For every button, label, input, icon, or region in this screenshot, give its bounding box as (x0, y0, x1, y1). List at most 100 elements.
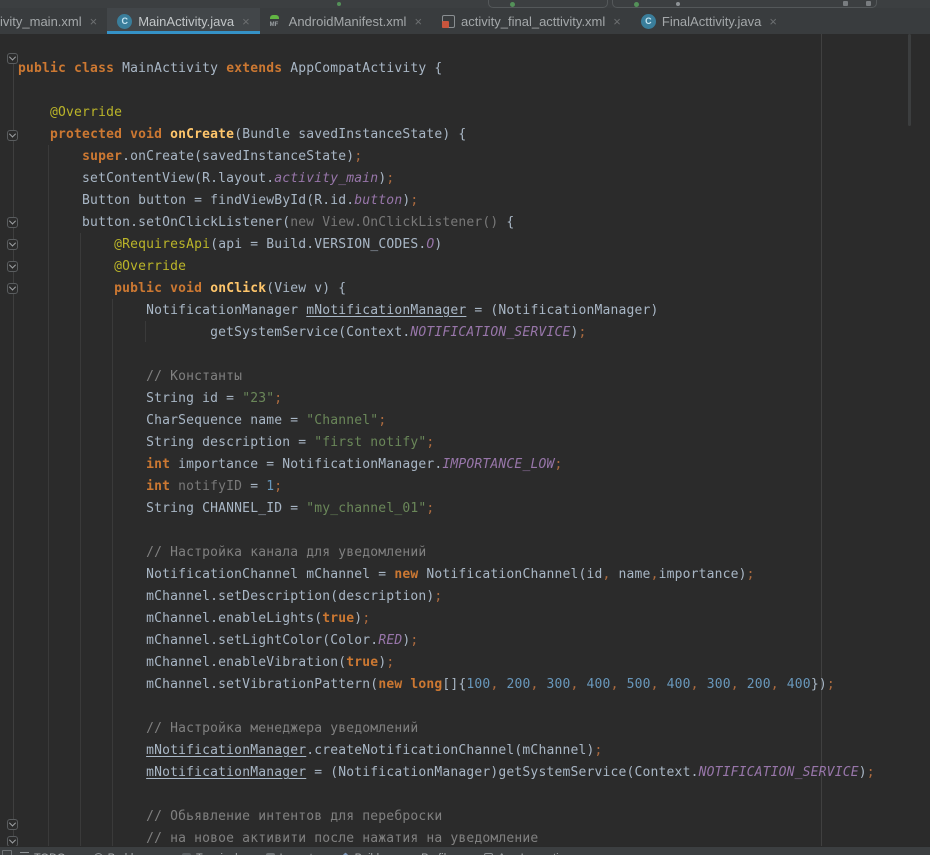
fold-marker[interactable] (7, 836, 18, 846)
code-line[interactable]: protected void onCreate(Bundle savedInst… (18, 124, 875, 146)
tab-androidmanifest-xml[interactable]: MFAndroidManifest.xml× (260, 8, 432, 34)
fold-marker[interactable] (7, 217, 18, 228)
code-token: @Override (50, 105, 122, 120)
fold-marker[interactable] (7, 239, 18, 250)
code-line[interactable]: @RequiresApi(api = Build.VERSION_CODES.O… (18, 234, 875, 256)
code-line[interactable]: public class MainActivity extends AppCom… (18, 58, 875, 80)
code-token: mNotificationManager (146, 743, 306, 758)
toolbar-dot (676, 2, 680, 6)
toolwindow-problems[interactable]: Problems (94, 852, 154, 855)
code-token: ; (434, 589, 442, 604)
tab-close-icon[interactable]: × (414, 15, 422, 28)
code-line[interactable] (18, 80, 875, 102)
code-line[interactable]: mChannel.setLightColor(Color.RED); (18, 630, 875, 652)
code-line[interactable]: NotificationManager mNotificationManager… (18, 300, 875, 322)
tab-close-icon[interactable]: × (242, 15, 250, 28)
code-line[interactable]: String id = "23"; (18, 388, 875, 410)
code-token: ; (554, 457, 562, 472)
toolwindow-label: Terminal (196, 852, 238, 855)
code-line[interactable]: button.setOnClickListener(new View.OnCli… (18, 212, 875, 234)
code-area[interactable]: public class MainActivity extends AppCom… (0, 34, 875, 846)
code-line[interactable]: mChannel.enableLights(true); (18, 608, 875, 630)
code-line[interactable]: mChannel.setDescription(description); (18, 586, 875, 608)
code-line[interactable]: @Override (18, 256, 875, 278)
code-token: NOTIFICATION_SERVICE (410, 325, 570, 340)
code-line[interactable]: public void onClick(View v) { (18, 278, 875, 300)
fold-marker[interactable] (7, 130, 18, 141)
toolwindow-logcat[interactable]: Logcat (266, 852, 313, 855)
code-line[interactable]: int importance = NotificationManager.IMP… (18, 454, 875, 476)
code-token (18, 281, 114, 296)
code-token (18, 149, 82, 164)
code-token: getSystemService(Context. (18, 325, 410, 340)
tab-ivity-main-xml[interactable]: ivity_main.xml× (0, 8, 107, 34)
code-token: super (82, 149, 122, 164)
code-token: ; (378, 413, 386, 428)
device-dot (634, 2, 639, 7)
code-token: ; (426, 435, 434, 450)
code-token: onCreate (170, 127, 234, 142)
code-token: // на новое активити после нажатия на ув… (18, 831, 538, 846)
fold-marker[interactable] (7, 261, 18, 272)
code-line[interactable]: mNotificationManager = (NotificationMana… (18, 762, 875, 784)
code-line[interactable]: mChannel.setVibrationPattern(new long[]{… (18, 674, 875, 696)
code-token: []{ (442, 677, 466, 692)
tab-close-icon[interactable]: × (613, 15, 621, 28)
code-line[interactable]: // на новое активити после нажатия на ув… (18, 828, 875, 846)
code-token: // Обьявление интентов для переброски (18, 809, 442, 824)
code-line[interactable]: int notifyID = 1; (18, 476, 875, 498)
code-line[interactable]: super.onCreate(savedInstanceState); (18, 146, 875, 168)
scrollbar-thumb[interactable] (908, 34, 911, 126)
fold-marker[interactable] (7, 53, 18, 64)
code-line[interactable]: String CHANNEL_ID = "my_channel_01"; (18, 498, 875, 520)
code-token: , (771, 677, 787, 692)
code-token: , (691, 677, 707, 692)
tab-finalacttivity-java[interactable]: CFinalActtivity.java× (631, 8, 787, 34)
toolwindow-label: Build (355, 852, 379, 855)
toolwindow-app-inspection[interactable]: App Inspection (484, 852, 571, 855)
code-line[interactable]: // Обьявление интентов для переброски (18, 806, 875, 828)
code-line[interactable]: // Константы (18, 366, 875, 388)
toolwindow-todo[interactable]: TODO (20, 852, 66, 855)
code-token: = (242, 479, 266, 494)
toolbar-button-fragment (843, 1, 848, 6)
toolwindow-terminal[interactable]: Terminal (182, 852, 238, 855)
layout-xml-icon (442, 15, 455, 28)
code-line[interactable]: NotificationChannel mChannel = new Notif… (18, 564, 875, 586)
code-line[interactable] (18, 520, 875, 542)
code-line[interactable]: mChannel.enableVibration(true); (18, 652, 875, 674)
fold-marker[interactable] (7, 283, 18, 294)
code-token: mChannel.setDescription(description) (18, 589, 434, 604)
code-line[interactable] (18, 344, 875, 366)
code-token: mNotificationManager (306, 303, 466, 318)
code-line[interactable]: String description = "first notify"; (18, 432, 875, 454)
code-token: setContentView(R.layout. (18, 171, 274, 186)
tool-window-corner-icon[interactable] (2, 850, 12, 855)
code-token: importance = NotificationManager. (178, 457, 442, 472)
toolwindow-profiler[interactable]: Profiler (407, 852, 456, 855)
tab-activity-final-acttivity-xml[interactable]: activity_final_acttivity.xml× (432, 8, 631, 34)
code-line[interactable]: mNotificationManager.createNotificationC… (18, 740, 875, 762)
tab-close-icon[interactable]: × (90, 15, 98, 28)
code-line[interactable]: setContentView(R.layout.activity_main); (18, 168, 875, 190)
code-line[interactable] (18, 784, 875, 806)
code-line[interactable] (18, 696, 875, 718)
code-line[interactable]: // Настройка менеджера уведомлений (18, 718, 875, 740)
code-line[interactable]: @Override (18, 102, 875, 124)
toolwindow-build[interactable]: Build (341, 852, 379, 855)
tab-close-icon[interactable]: × (769, 15, 777, 28)
tab-mainactivity-java[interactable]: CMainActivity.java× (107, 8, 259, 34)
code-token: 400 (587, 677, 611, 692)
code-line[interactable]: CharSequence name = "Channel"; (18, 410, 875, 432)
code-token: { (506, 215, 514, 230)
code-token (18, 457, 146, 472)
code-line[interactable]: Button button = findViewById(R.id.button… (18, 190, 875, 212)
code-editor[interactable]: public class MainActivity extends AppCom… (0, 34, 930, 846)
fold-marker[interactable] (7, 819, 18, 830)
code-line[interactable]: getSystemService(Context.NOTIFICATION_SE… (18, 322, 875, 344)
code-token: = (NotificationManager)getSystemService(… (306, 765, 698, 780)
code-token: ; (386, 171, 394, 186)
toolwindow-label: App Inspection (498, 852, 571, 855)
main-toolbar-fragment (0, 0, 930, 8)
code-line[interactable]: // Настройка канала для уведомлений (18, 542, 875, 564)
